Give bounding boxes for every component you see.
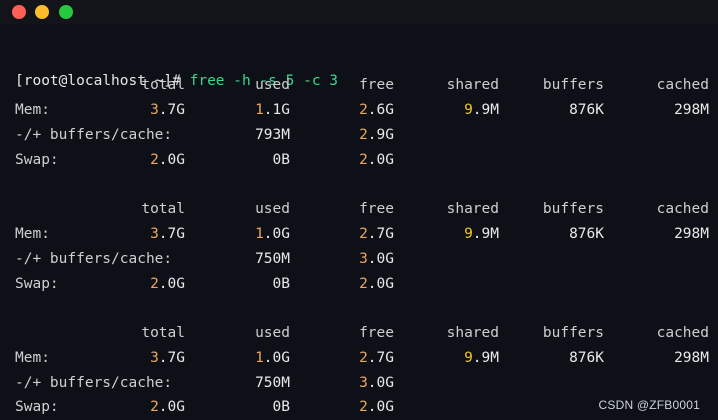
mem-shared: 9.9M bbox=[464, 226, 499, 242]
mem-buffers: 876K bbox=[569, 226, 604, 242]
row-label: Swap: bbox=[15, 152, 59, 168]
mem-buffers: 876K bbox=[569, 102, 604, 118]
maximize-window-button[interactable] bbox=[59, 5, 73, 19]
header-used: used bbox=[255, 325, 290, 341]
bufcache-used: 793M bbox=[255, 127, 290, 143]
row-label: Mem: bbox=[15, 350, 50, 366]
row-label: Mem: bbox=[15, 102, 50, 118]
header-cached: cached bbox=[656, 201, 709, 217]
terminal-window: [root@localhost ~]# free -h -s 5 -c 3 to… bbox=[0, 0, 718, 420]
buffers-cache-row: -/+ buffers/cache: 750M 3.0G bbox=[0, 373, 718, 393]
header-row: total used free shared buffers cached bbox=[0, 199, 718, 219]
swap-row: Swap: 2.0G 0B 2.0G bbox=[0, 274, 718, 294]
header-row: total used free shared buffers cached bbox=[0, 323, 718, 343]
bufcache-used: 750M bbox=[255, 251, 290, 267]
header-free: free bbox=[359, 325, 394, 341]
header-buffers: buffers bbox=[542, 201, 604, 217]
bufcache-free: 3.0G bbox=[359, 375, 394, 391]
row-label: Mem: bbox=[15, 226, 50, 242]
swap-total: 2.0G bbox=[150, 276, 185, 292]
bufcache-used: 750M bbox=[255, 375, 290, 391]
header-free: free bbox=[359, 77, 394, 93]
row-label: -/+ buffers/cache: bbox=[15, 251, 173, 267]
header-cached: cached bbox=[656, 77, 709, 93]
swap-used: 0B bbox=[272, 276, 290, 292]
mem-cached: 298M bbox=[674, 226, 709, 242]
buffers-cache-row: -/+ buffers/cache: 750M 3.0G bbox=[0, 249, 718, 269]
header-buffers: buffers bbox=[542, 325, 604, 341]
header-total: total bbox=[141, 77, 185, 93]
swap-used: 0B bbox=[272, 152, 290, 168]
row-label: Swap: bbox=[15, 276, 59, 292]
mem-total: 3.7G bbox=[150, 226, 185, 242]
swap-total: 2.0G bbox=[150, 152, 185, 168]
swap-total: 2.0G bbox=[150, 399, 185, 415]
mem-free: 2.7G bbox=[359, 350, 394, 366]
swap-free: 2.0G bbox=[359, 152, 394, 168]
header-total: total bbox=[141, 201, 185, 217]
mem-free: 2.6G bbox=[359, 102, 394, 118]
header-shared: shared bbox=[446, 325, 499, 341]
mem-total: 3.7G bbox=[150, 350, 185, 366]
mem-shared: 9.9M bbox=[464, 102, 499, 118]
mem-total: 3.7G bbox=[150, 102, 185, 118]
mem-cached: 298M bbox=[674, 102, 709, 118]
csdn-watermark: CSDN @ZFB0001 bbox=[598, 398, 700, 412]
buffers-cache-row: -/+ buffers/cache: 793M 2.9G bbox=[0, 125, 718, 145]
mem-used: 1.0G bbox=[255, 350, 290, 366]
bufcache-free: 2.9G bbox=[359, 127, 394, 143]
row-label: -/+ buffers/cache: bbox=[15, 127, 173, 143]
header-used: used bbox=[255, 77, 290, 93]
swap-free: 2.0G bbox=[359, 276, 394, 292]
header-row: total used free shared buffers cached bbox=[0, 75, 718, 95]
mem-used: 1.0G bbox=[255, 226, 290, 242]
prompt-line: [root@localhost ~]# free -h -s 5 -c 3 bbox=[0, 51, 718, 89]
row-label: Swap: bbox=[15, 399, 59, 415]
minimize-window-button[interactable] bbox=[35, 5, 49, 19]
header-total: total bbox=[141, 325, 185, 341]
mem-buffers: 876K bbox=[569, 350, 604, 366]
mem-free: 2.7G bbox=[359, 226, 394, 242]
bufcache-free: 3.0G bbox=[359, 251, 394, 267]
mem-row: Mem: 3.7G 1.0G 2.7G 9.9M 876K 298M bbox=[0, 348, 718, 368]
header-cached: cached bbox=[656, 325, 709, 341]
title-bar bbox=[0, 0, 718, 24]
swap-free: 2.0G bbox=[359, 399, 394, 415]
row-label: -/+ buffers/cache: bbox=[15, 375, 173, 391]
header-free: free bbox=[359, 201, 394, 217]
header-buffers: buffers bbox=[542, 77, 604, 93]
swap-row: Swap: 2.0G 0B 2.0G bbox=[0, 150, 718, 170]
header-shared: shared bbox=[446, 201, 499, 217]
header-shared: shared bbox=[446, 77, 499, 93]
mem-row: Mem: 3.7G 1.1G 2.6G 9.9M 876K 298M bbox=[0, 100, 718, 120]
mem-used: 1.1G bbox=[255, 102, 290, 118]
header-used: used bbox=[255, 201, 290, 217]
close-window-button[interactable] bbox=[12, 5, 26, 19]
mem-shared: 9.9M bbox=[464, 350, 499, 366]
terminal-output[interactable]: [root@localhost ~]# free -h -s 5 -c 3 to… bbox=[0, 24, 718, 420]
mem-row: Mem: 3.7G 1.0G 2.7G 9.9M 876K 298M bbox=[0, 224, 718, 244]
mem-cached: 298M bbox=[674, 350, 709, 366]
swap-used: 0B bbox=[272, 399, 290, 415]
